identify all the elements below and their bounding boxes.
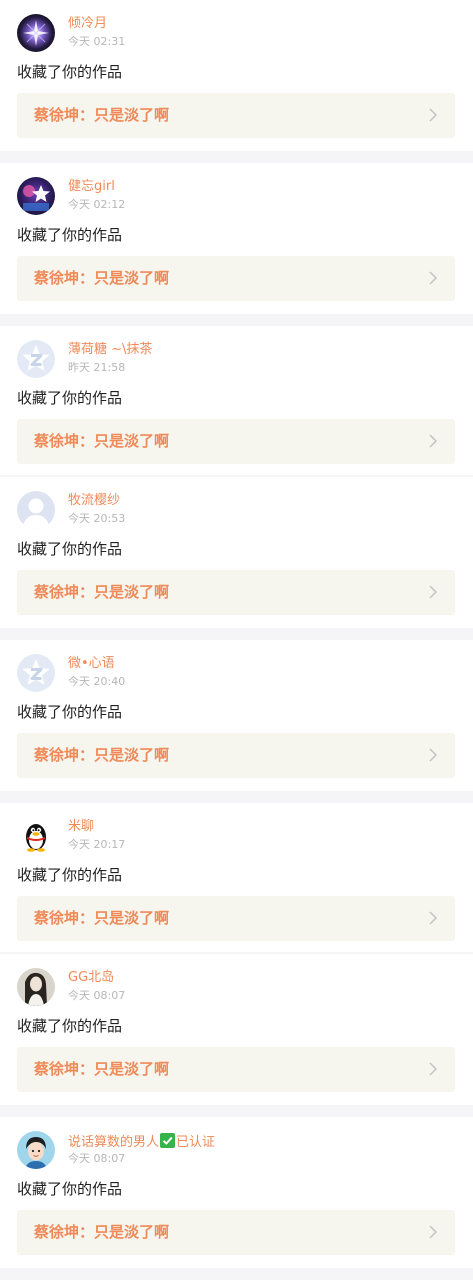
timestamp: 今天 08:07 (68, 989, 126, 1002)
avatar[interactable] (17, 817, 55, 855)
work-link[interactable]: 蔡徐坤：只是淡了啊 (17, 93, 455, 138)
notification-card: 倾冷月 今天 02:31 收藏了你的作品 蔡徐坤：只是淡了啊 (0, 0, 473, 151)
notification-card: 健忘girl 今天 02:12 收藏了你的作品 蔡徐坤：只是淡了啊 (0, 163, 473, 314)
avatar[interactable] (17, 177, 55, 215)
timestamp: 今天 02:31 (68, 35, 126, 48)
work-link[interactable]: 蔡徐坤：只是淡了啊 (17, 896, 455, 941)
notification-feed: 倾冷月 今天 02:31 收藏了你的作品 蔡徐坤：只是淡了啊 健忘girl 今天… (0, 0, 473, 1268)
user-name[interactable]: GG北岛 (68, 970, 114, 986)
avatar[interactable] (17, 654, 55, 692)
chevron-right-icon (429, 1225, 437, 1239)
verified-check-icon (160, 1133, 176, 1148)
work-link[interactable]: 蔡徐坤：只是淡了啊 (17, 1047, 455, 1092)
timestamp: 今天 20:53 (68, 512, 126, 525)
chevron-right-icon (429, 434, 437, 448)
action-text: 收藏了你的作品 (17, 1017, 123, 1035)
work-title: 蔡徐坤：只是淡了啊 (34, 106, 170, 124)
work-title: 蔡徐坤：只是淡了啊 (34, 583, 170, 601)
avatar[interactable] (17, 968, 55, 1006)
work-link[interactable]: 蔡徐坤：只是淡了啊 (17, 733, 455, 778)
user-name[interactable]: 薄荷糖 ~\抹茶 (68, 342, 152, 358)
timestamp: 今天 20:17 (68, 838, 126, 851)
timestamp: 今天 20:40 (68, 675, 126, 688)
chevron-right-icon (429, 748, 437, 762)
notification-card: 说话算数的男人 已认证 今天 08:07 收藏了你的作品 蔡徐坤：只是淡了啊 (0, 1117, 473, 1268)
work-title: 蔡徐坤：只是淡了啊 (34, 1223, 170, 1241)
action-text: 收藏了你的作品 (17, 63, 123, 81)
work-link[interactable]: 蔡徐坤：只是淡了啊 (17, 1210, 455, 1255)
notification-card: 牧流樱纱 今天 20:53 收藏了你的作品 蔡徐坤：只是淡了啊 (0, 477, 473, 628)
user-name[interactable]: 微•心语 (68, 656, 115, 672)
avatar[interactable] (17, 340, 55, 378)
timestamp: 今天 02:12 (68, 198, 126, 211)
avatar[interactable] (17, 491, 55, 529)
notification-card: 米聊 今天 20:17 收藏了你的作品 蔡徐坤：只是淡了啊 (0, 803, 473, 952)
work-title: 蔡徐坤：只是淡了啊 (34, 746, 170, 764)
work-title: 蔡徐坤：只是淡了啊 (34, 269, 170, 287)
work-title: 蔡徐坤：只是淡了啊 (34, 1060, 170, 1078)
work-title: 蔡徐坤：只是淡了啊 (34, 909, 170, 927)
notification-card: GG北岛 今天 08:07 收藏了你的作品 蔡徐坤：只是淡了啊 (0, 954, 473, 1105)
action-text: 收藏了你的作品 (17, 226, 123, 244)
timestamp: 今天 08:07 (68, 1152, 126, 1165)
notification-card: 薄荷糖 ~\抹茶 昨天 21:58 收藏了你的作品 蔡徐坤：只是淡了啊 (0, 326, 473, 475)
chevron-right-icon (429, 271, 437, 285)
action-text: 收藏了你的作品 (17, 703, 123, 721)
work-link[interactable]: 蔡徐坤：只是淡了啊 (17, 256, 455, 301)
action-text: 收藏了你的作品 (17, 389, 123, 407)
work-link[interactable]: 蔡徐坤：只是淡了啊 (17, 570, 455, 615)
action-text: 收藏了你的作品 (17, 1180, 123, 1198)
chevron-right-icon (429, 1062, 437, 1076)
user-name[interactable]: 倾冷月 (68, 16, 107, 32)
timestamp: 昨天 21:58 (68, 361, 126, 374)
chevron-right-icon (429, 108, 437, 122)
avatar[interactable] (17, 1131, 55, 1169)
avatar[interactable] (17, 14, 55, 52)
user-name-text: 说话算数的男人 (68, 1135, 160, 1150)
chevron-right-icon (429, 585, 437, 599)
action-text: 收藏了你的作品 (17, 540, 123, 558)
user-name[interactable]: 健忘girl (68, 179, 115, 195)
work-link[interactable]: 蔡徐坤：只是淡了啊 (17, 419, 455, 464)
user-name[interactable]: 牧流樱纱 (68, 493, 120, 509)
verified-label: 已认证 (176, 1135, 216, 1150)
work-title: 蔡徐坤：只是淡了啊 (34, 432, 170, 450)
chevron-right-icon (429, 911, 437, 925)
user-name[interactable]: 米聊 (68, 819, 94, 835)
notification-card: 微•心语 今天 20:40 收藏了你的作品 蔡徐坤：只是淡了啊 (0, 640, 473, 791)
action-text: 收藏了你的作品 (17, 866, 123, 884)
user-name[interactable]: 说话算数的男人 已认证 (68, 1133, 215, 1151)
